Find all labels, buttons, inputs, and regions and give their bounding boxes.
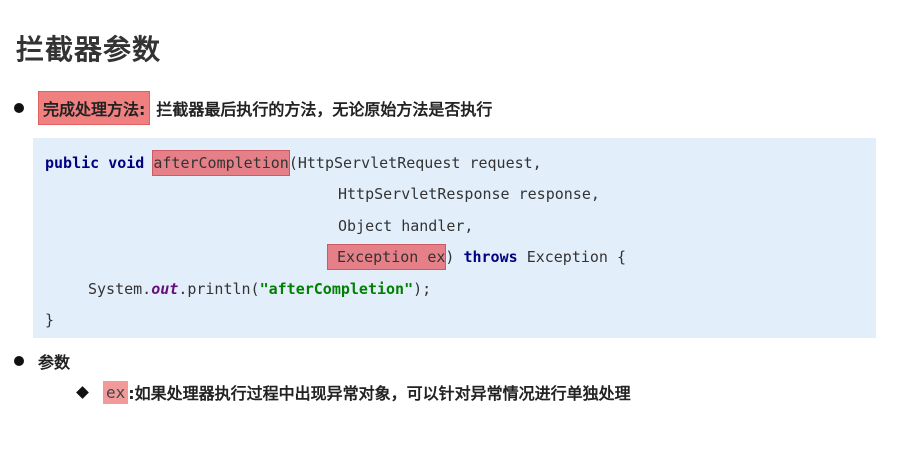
code-text: System. [88, 280, 152, 298]
sub-bullet-text: :如果处理器执行过程中出现异常对象，可以针对异常情况进行单独处理 [128, 384, 631, 403]
bullet-label: 参数 [38, 353, 71, 372]
code-field: out [151, 280, 179, 298]
sub-bullet-ex: ex :如果处理器执行过程中出现异常对象，可以针对异常情况进行单独处理 [76, 380, 631, 404]
code-line-2: HttpServletResponse response, [338, 185, 600, 203]
code-line-6: } [45, 311, 55, 329]
bullet-dot-icon [14, 356, 24, 366]
code-string: "afterCompletion" [259, 280, 414, 298]
code-keyword: public void [45, 154, 145, 172]
bullet-description: 拦截器最后执行的方法，无论原始方法是否执行 [156, 100, 493, 119]
code-text: ); [413, 280, 432, 298]
ex-highlight: ex [103, 380, 129, 404]
bullet-completion-method: 完成处理方法: 拦截器最后执行的方法，无论原始方法是否执行 [14, 91, 493, 125]
code-text: Exception { [526, 248, 627, 266]
code-line-3: Object handler, [338, 217, 474, 235]
code-text: (HttpServletRequest request, [288, 154, 542, 172]
highlighted-label: 完成处理方法: [38, 91, 151, 125]
bullet-dot-icon [14, 103, 24, 113]
code-text: ) [445, 248, 455, 266]
code-line-4: Exception ex) throws Exception { [326, 244, 627, 270]
code-text: .println( [178, 280, 260, 298]
code-block: public void afterCompletion(HttpServletR… [33, 138, 876, 338]
exception-param: Exception ex [337, 248, 446, 266]
exception-param-highlight: Exception ex [326, 244, 447, 270]
method-name-highlight: afterCompletion [152, 150, 290, 176]
code-line-1: public void afterCompletion(HttpServletR… [45, 150, 542, 176]
slide-page: 拦截器参数 完成处理方法: 拦截器最后执行的方法，无论原始方法是否执行 publ… [0, 0, 912, 453]
bullet-params: 参数 [14, 350, 70, 372]
diamond-bullet-icon [76, 385, 89, 399]
page-title: 拦截器参数 [16, 33, 162, 66]
code-line-5: System.out.println("afterCompletion"); [88, 278, 431, 300]
code-keyword: throws [463, 248, 518, 266]
